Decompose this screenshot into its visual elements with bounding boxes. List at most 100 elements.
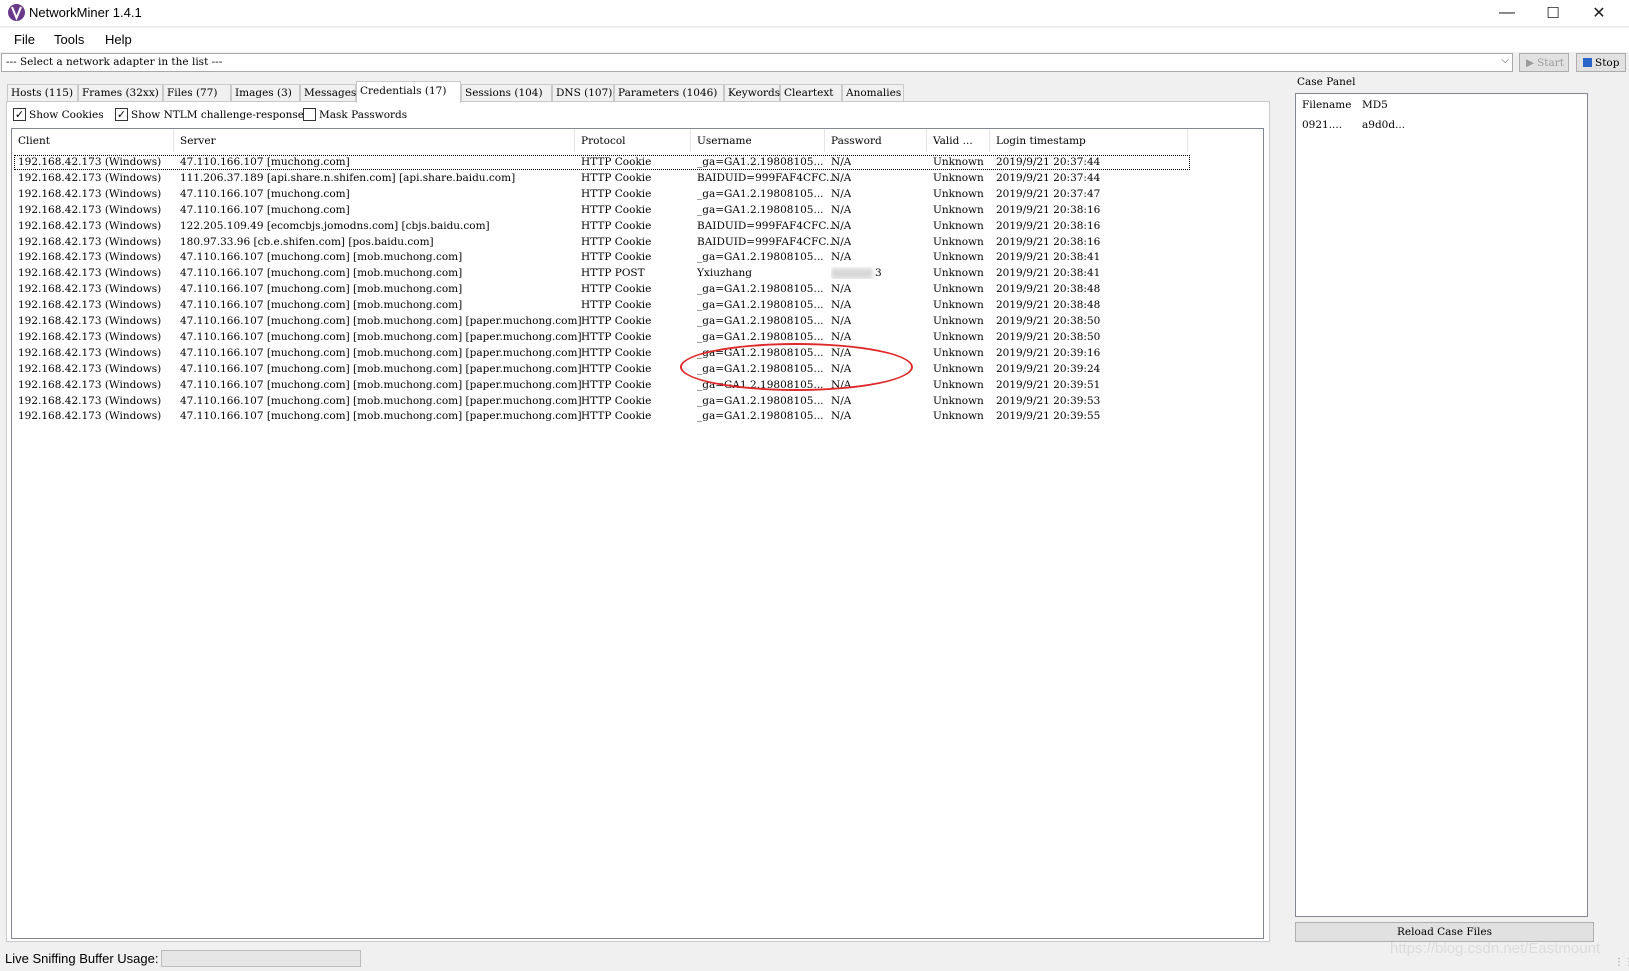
buffer-usage-label: Live Sniffing Buffer Usage: <box>5 951 159 966</box>
menu-tools[interactable]: Tools <box>54 32 84 47</box>
case-file-name[interactable]: 0921.... <box>1296 119 1342 131</box>
resize-grip-icon[interactable]: ⋮⋮ <box>1614 957 1629 968</box>
tab-cleartext[interactable]: Cleartext <box>780 84 842 102</box>
checkmark-icon: ✓ <box>13 108 26 121</box>
cell-protocol: HTTP Cookie <box>581 220 652 232</box>
table-row[interactable]: 192.168.42.173 (Windows) 111.206.37.189 [… <box>12 171 1263 186</box>
column-header-password[interactable]: Password <box>825 129 927 152</box>
case-column-md5[interactable]: MD5 <box>1356 99 1388 111</box>
table-row[interactable]: 192.168.42.173 (Windows) 47.110.166.107 [… <box>12 346 1263 361</box>
column-header-valid[interactable]: Valid ... <box>927 129 990 152</box>
cell-valid: Unknown <box>933 347 984 359</box>
tab-sessions[interactable]: Sessions (104) <box>461 84 552 102</box>
table-row[interactable]: 192.168.42.173 (Windows) 47.110.166.107 [… <box>12 250 1263 265</box>
menu-bar: File Tools Help <box>0 28 1629 52</box>
table-row[interactable]: 192.168.42.173 (Windows) 47.110.166.107 [… <box>12 266 1263 281</box>
stop-button[interactable]: Stop <box>1576 53 1626 72</box>
chevron-down-icon[interactable]: ⌵ <box>1501 55 1509 66</box>
cell-valid: Unknown <box>933 251 984 263</box>
cell-password: N/A <box>831 188 852 200</box>
mask-passwords-label: Mask Passwords <box>319 108 408 121</box>
show-cookies-checkbox[interactable]: ✓ Show Cookies <box>13 108 104 121</box>
cell-protocol: HTTP Cookie <box>581 251 652 263</box>
tab-parameters[interactable]: Parameters (1046) <box>614 84 724 102</box>
menu-file[interactable]: File <box>14 32 35 47</box>
stop-icon <box>1583 58 1592 67</box>
table-row[interactable]: 192.168.42.173 (Windows) 122.205.109.49 [… <box>12 219 1263 234</box>
show-cookies-label: Show Cookies <box>29 108 104 121</box>
cell-password: N/A <box>831 220 852 232</box>
tab-images[interactable]: Images (3) <box>231 84 300 102</box>
cell-password: N/A <box>831 156 852 168</box>
cell-protocol: HTTP Cookie <box>581 156 652 168</box>
table-row[interactable]: 192.168.42.173 (Windows) 47.110.166.107 [… <box>12 282 1263 297</box>
maximize-icon[interactable]: ☐ <box>1530 0 1576 26</box>
cell-client: 192.168.42.173 (Windows) <box>18 331 162 343</box>
column-header-login-timestamp[interactable]: Login timestamp <box>990 129 1188 152</box>
cell-server: 122.205.109.49 [ecomcbjs.jomodns.com] [c… <box>180 220 490 232</box>
cell-client: 192.168.42.173 (Windows) <box>18 188 162 200</box>
cell-server: 47.110.166.107 [muchong.com] [mob.muchon… <box>180 251 463 263</box>
cell-server: 111.206.37.189 [api.share.n.shifen.com] … <box>180 172 516 184</box>
column-header-protocol[interactable]: Protocol <box>575 129 691 152</box>
tab-dns[interactable]: DNS (107) <box>552 84 614 102</box>
column-header-client[interactable]: Client <box>12 129 174 152</box>
cell-login-timestamp: 2019/9/21 20:38:48 <box>996 299 1101 311</box>
cell-username: _ga=GA1.2.19808105... <box>697 156 824 168</box>
menu-help[interactable]: Help <box>105 32 132 47</box>
tab-files[interactable]: Files (77) <box>163 84 231 102</box>
cell-client: 192.168.42.173 (Windows) <box>18 395 162 407</box>
reload-case-files-button[interactable]: Reload Case Files <box>1295 922 1594 942</box>
cell-password: N/A <box>831 363 852 375</box>
cell-username: _ga=GA1.2.19808105... <box>697 347 824 359</box>
cell-protocol: HTTP Cookie <box>581 299 652 311</box>
cell-server: 47.110.166.107 [muchong.com] [mob.muchon… <box>180 315 582 327</box>
minimize-icon[interactable]: — <box>1484 0 1530 26</box>
tab-anomalies[interactable]: Anomalies <box>842 84 904 102</box>
cell-server: 47.110.166.107 [muchong.com] [mob.muchon… <box>180 331 582 343</box>
table-row[interactable]: 192.168.42.173 (Windows) 47.110.166.107 [… <box>12 362 1263 377</box>
cell-password: N/A <box>831 299 852 311</box>
cell-password: N/A <box>831 410 852 422</box>
cell-protocol: HTTP Cookie <box>581 204 652 216</box>
cell-server: 47.110.166.107 [muchong.com] [mob.muchon… <box>180 283 463 295</box>
tab-hosts[interactable]: Hosts (115) <box>7 84 78 102</box>
tab-keywords[interactable]: Keywords <box>724 84 780 102</box>
close-icon[interactable]: ✕ <box>1576 0 1622 26</box>
table-row[interactable]: 192.168.42.173 (Windows) 47.110.166.107 [… <box>12 203 1263 218</box>
credentials-list[interactable]: Client Server Protocol Username Password… <box>11 128 1264 939</box>
table-row[interactable]: 192.168.42.173 (Windows) 180.97.33.96 [cb… <box>12 235 1263 250</box>
tab-credentials[interactable]: Credentials (17) <box>356 81 461 103</box>
checkmark-icon: ✓ <box>115 108 128 121</box>
cell-server: 47.110.166.107 [muchong.com] [mob.muchon… <box>180 299 463 311</box>
case-column-filename[interactable]: Filename <box>1296 99 1351 111</box>
tab-frames[interactable]: Frames (32xx) <box>78 84 163 102</box>
table-row[interactable]: 192.168.42.173 (Windows) 47.110.166.107 [… <box>12 298 1263 313</box>
cell-login-timestamp: 2019/9/21 20:39:16 <box>996 347 1101 359</box>
table-row[interactable]: 192.168.42.173 (Windows) 47.110.166.107 [… <box>12 187 1263 202</box>
tab-messages[interactable]: Messages <box>300 84 356 102</box>
table-row[interactable]: 192.168.42.173 (Windows) 47.110.166.107 [… <box>12 378 1263 393</box>
case-file-md5[interactable]: a9d0d... <box>1356 119 1405 131</box>
table-row[interactable]: 192.168.42.173 (Windows) 47.110.166.107 [… <box>12 330 1263 345</box>
cell-valid: Unknown <box>933 236 984 248</box>
cell-protocol: HTTP Cookie <box>581 347 652 359</box>
column-header-username[interactable]: Username <box>691 129 825 152</box>
table-row[interactable]: 192.168.42.173 (Windows) 47.110.166.107 [… <box>12 314 1263 329</box>
mask-passwords-checkbox[interactable]: Mask Passwords <box>303 108 407 121</box>
cell-server: 47.110.166.107 [muchong.com] <box>180 204 350 216</box>
start-button[interactable]: ▶ Start <box>1519 53 1569 72</box>
table-row[interactable]: 192.168.42.173 (Windows) 47.110.166.107 [… <box>12 394 1263 409</box>
table-row[interactable]: 192.168.42.173 (Windows) 47.110.166.107 [… <box>14 155 1190 170</box>
cell-server: 47.110.166.107 [muchong.com] <box>180 156 350 168</box>
cell-client: 192.168.42.173 (Windows) <box>18 251 162 263</box>
cell-username: _ga=GA1.2.19808105... <box>697 379 824 391</box>
show-ntlm-checkbox[interactable]: ✓ Show NTLM challenge-response <box>115 108 304 121</box>
cell-valid: Unknown <box>933 188 984 200</box>
cell-login-timestamp: 2019/9/21 20:38:16 <box>996 236 1101 248</box>
case-file-list[interactable]: Filename MD5 0921.... a9d0d... <box>1295 93 1588 917</box>
cell-client: 192.168.42.173 (Windows) <box>18 283 162 295</box>
column-header-server[interactable]: Server <box>174 129 575 152</box>
table-row[interactable]: 192.168.42.173 (Windows) 47.110.166.107 [… <box>12 409 1263 424</box>
network-adapter-select[interactable]: --- Select a network adapter in the list… <box>1 53 1513 72</box>
